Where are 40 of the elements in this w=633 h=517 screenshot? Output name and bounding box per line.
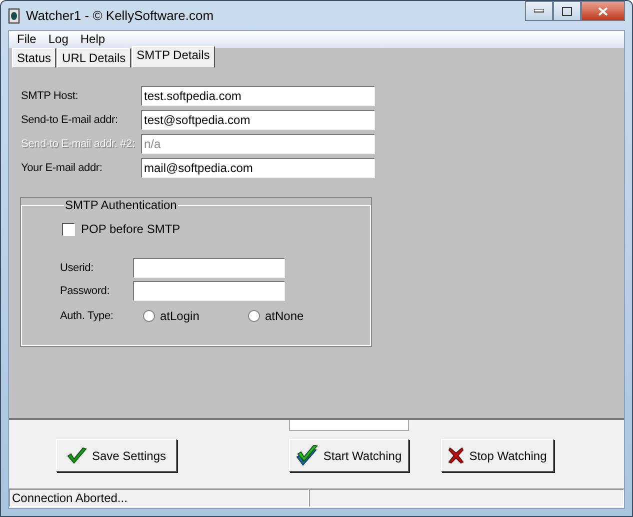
menu-item[interactable]: File	[11, 31, 42, 48]
text-field[interactable]	[133, 258, 285, 278]
tab[interactable]: Status	[12, 48, 56, 68]
text-field[interactable]	[133, 280, 285, 300]
start-button[interactable]: Start Watching	[289, 439, 409, 472]
text-field[interactable]: test.softpedia.com	[141, 86, 375, 106]
field-label: Auth. Type:	[60, 310, 114, 322]
field-label: Send-to E-mail addr. #2:	[21, 138, 136, 150]
radio-button[interactable]	[248, 310, 260, 322]
text-field[interactable]: mail@softpedia.com	[141, 158, 375, 178]
minimize-button[interactable]	[525, 1, 553, 21]
maximize-button[interactable]	[553, 1, 581, 21]
group-title: SMTP Authentication	[64, 198, 178, 212]
text-field[interactable]: test@softpedia.com	[141, 110, 375, 130]
radio-button[interactable]	[143, 310, 155, 322]
minimize-icon	[534, 9, 544, 13]
check-icon	[66, 446, 87, 464]
checkbox-label: POP before SMTP	[81, 222, 180, 236]
field-label: Send-to E-mail addr:	[21, 114, 119, 126]
checkbox[interactable]	[62, 222, 75, 236]
status-message: Connection Aborted...	[9, 489, 309, 507]
radio-label: atLogin	[160, 308, 200, 322]
close-button[interactable]	[581, 1, 625, 21]
field-label: Password:	[60, 284, 111, 296]
tab[interactable]: SMTP Details	[132, 46, 215, 68]
menu-item[interactable]: Log	[42, 31, 74, 48]
stop-button[interactable]: Stop Watching	[441, 439, 554, 472]
radio-label: atNone	[265, 308, 304, 322]
window-title: Watcher1 - © KellySoftware.com	[26, 8, 215, 23]
save-button[interactable]: Save Settings	[56, 439, 177, 472]
field-label: Your E-mail addr:	[21, 162, 104, 174]
menu-item[interactable]: Help	[74, 31, 112, 48]
tab[interactable]: URL Details	[57, 48, 131, 68]
cross-icon	[448, 447, 464, 464]
maximize-icon	[562, 6, 572, 16]
app-icon	[8, 8, 20, 24]
double-check-icon	[296, 444, 318, 466]
close-icon	[598, 6, 608, 16]
field-label: Userid:	[60, 262, 94, 274]
field-label: SMTP Host:	[21, 90, 80, 102]
